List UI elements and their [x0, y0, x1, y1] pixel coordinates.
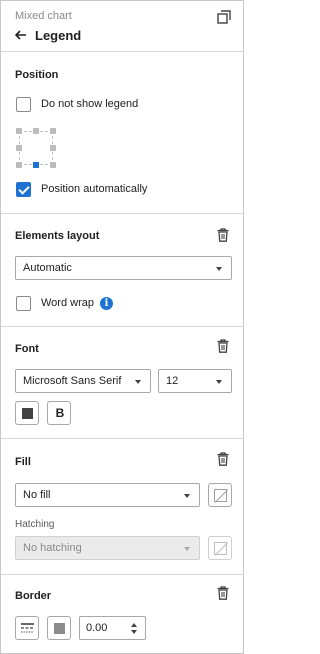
word-wrap-label: Word wrap	[41, 297, 94, 309]
trash-icon[interactable]	[217, 586, 229, 600]
hatching-select[interactable]: No hatching	[15, 536, 200, 560]
fill-section: Fill No fill Hatching No hatching	[1, 438, 243, 574]
arrow-left-icon	[14, 28, 29, 43]
border-style-button[interactable]	[15, 616, 39, 640]
back-button[interactable]: Legend	[14, 28, 82, 43]
position-bottom-left[interactable]	[16, 162, 22, 168]
position-middle-left[interactable]	[16, 145, 22, 151]
section-title-position: Position	[15, 69, 59, 81]
chevron-down-icon[interactable]	[131, 630, 137, 634]
position-top-center[interactable]	[33, 128, 39, 134]
chevron-down-icon	[184, 547, 190, 551]
word-wrap-checkbox[interactable]	[16, 296, 31, 311]
position-bottom-center[interactable]	[33, 162, 39, 168]
trash-icon[interactable]	[217, 339, 229, 353]
font-family-select[interactable]: Microsoft Sans Serif	[15, 369, 151, 393]
chevron-down-icon	[216, 267, 222, 271]
position-top-left[interactable]	[16, 128, 22, 134]
font-color-button[interactable]	[15, 401, 39, 425]
position-middle-right[interactable]	[50, 145, 56, 151]
section-title-font: Font	[15, 343, 39, 355]
hide-legend-label: Do not show legend	[41, 98, 139, 110]
border-width-stepper[interactable]: 0.00	[79, 616, 146, 640]
breadcrumb: Mixed chart	[15, 10, 72, 22]
page-title: Legend	[35, 28, 82, 43]
hide-legend-checkbox[interactable]	[16, 97, 31, 112]
chevron-down-icon	[184, 494, 190, 498]
font-size-select[interactable]: 12	[158, 369, 232, 393]
auto-position-checkbox[interactable]	[16, 182, 31, 197]
legend-position-grid	[16, 128, 56, 168]
border-color-button[interactable]	[47, 616, 71, 640]
panel-header: Mixed chart Legend	[1, 1, 243, 51]
position-bottom-right[interactable]	[50, 162, 56, 168]
section-title-border: Border	[15, 590, 52, 602]
font-family-value: Microsoft Sans Serif	[23, 375, 122, 387]
color-swatch	[54, 623, 65, 634]
no-fill-icon	[214, 542, 227, 555]
position-frame	[19, 131, 53, 165]
section-title-fill: Fill	[15, 456, 31, 468]
position-top-right[interactable]	[50, 128, 56, 134]
legend-settings-panel: Mixed chart Legend Position Do not show …	[0, 0, 244, 654]
fill-select[interactable]: No fill	[15, 483, 200, 507]
hatching-color-button[interactable]	[208, 536, 232, 560]
fill-select-value: No fill	[23, 489, 51, 501]
font-size-value: 12	[166, 375, 179, 387]
chevron-up-icon[interactable]	[131, 623, 137, 627]
trash-icon[interactable]	[217, 228, 229, 242]
fill-color-button[interactable]	[208, 483, 232, 507]
trash-icon[interactable]	[217, 452, 229, 466]
font-section: Font Microsoft Sans Serif 12 B	[1, 326, 243, 438]
chevron-down-icon	[135, 380, 141, 384]
section-title-elements-layout: Elements layout	[15, 230, 100, 242]
layout-select-value: Automatic	[23, 262, 72, 274]
bold-icon: B	[55, 406, 65, 420]
hatching-label: Hatching	[15, 519, 55, 530]
auto-position-label: Position automatically	[41, 183, 148, 195]
border-section: Border 0.00	[1, 574, 243, 654]
undock-window-icon[interactable]	[217, 10, 231, 24]
info-icon[interactable]: i	[100, 297, 113, 310]
chevron-down-icon	[216, 380, 222, 384]
elements-layout-section: Elements layout Automatic Word wrap i	[1, 213, 243, 326]
layout-select[interactable]: Automatic	[15, 256, 232, 280]
border-width-value: 0.00	[86, 622, 108, 634]
no-fill-icon	[214, 489, 227, 502]
line-style-icon	[21, 623, 34, 637]
color-swatch	[22, 408, 33, 419]
bold-button[interactable]: B	[47, 401, 71, 425]
hatching-select-value: No hatching	[23, 542, 82, 554]
